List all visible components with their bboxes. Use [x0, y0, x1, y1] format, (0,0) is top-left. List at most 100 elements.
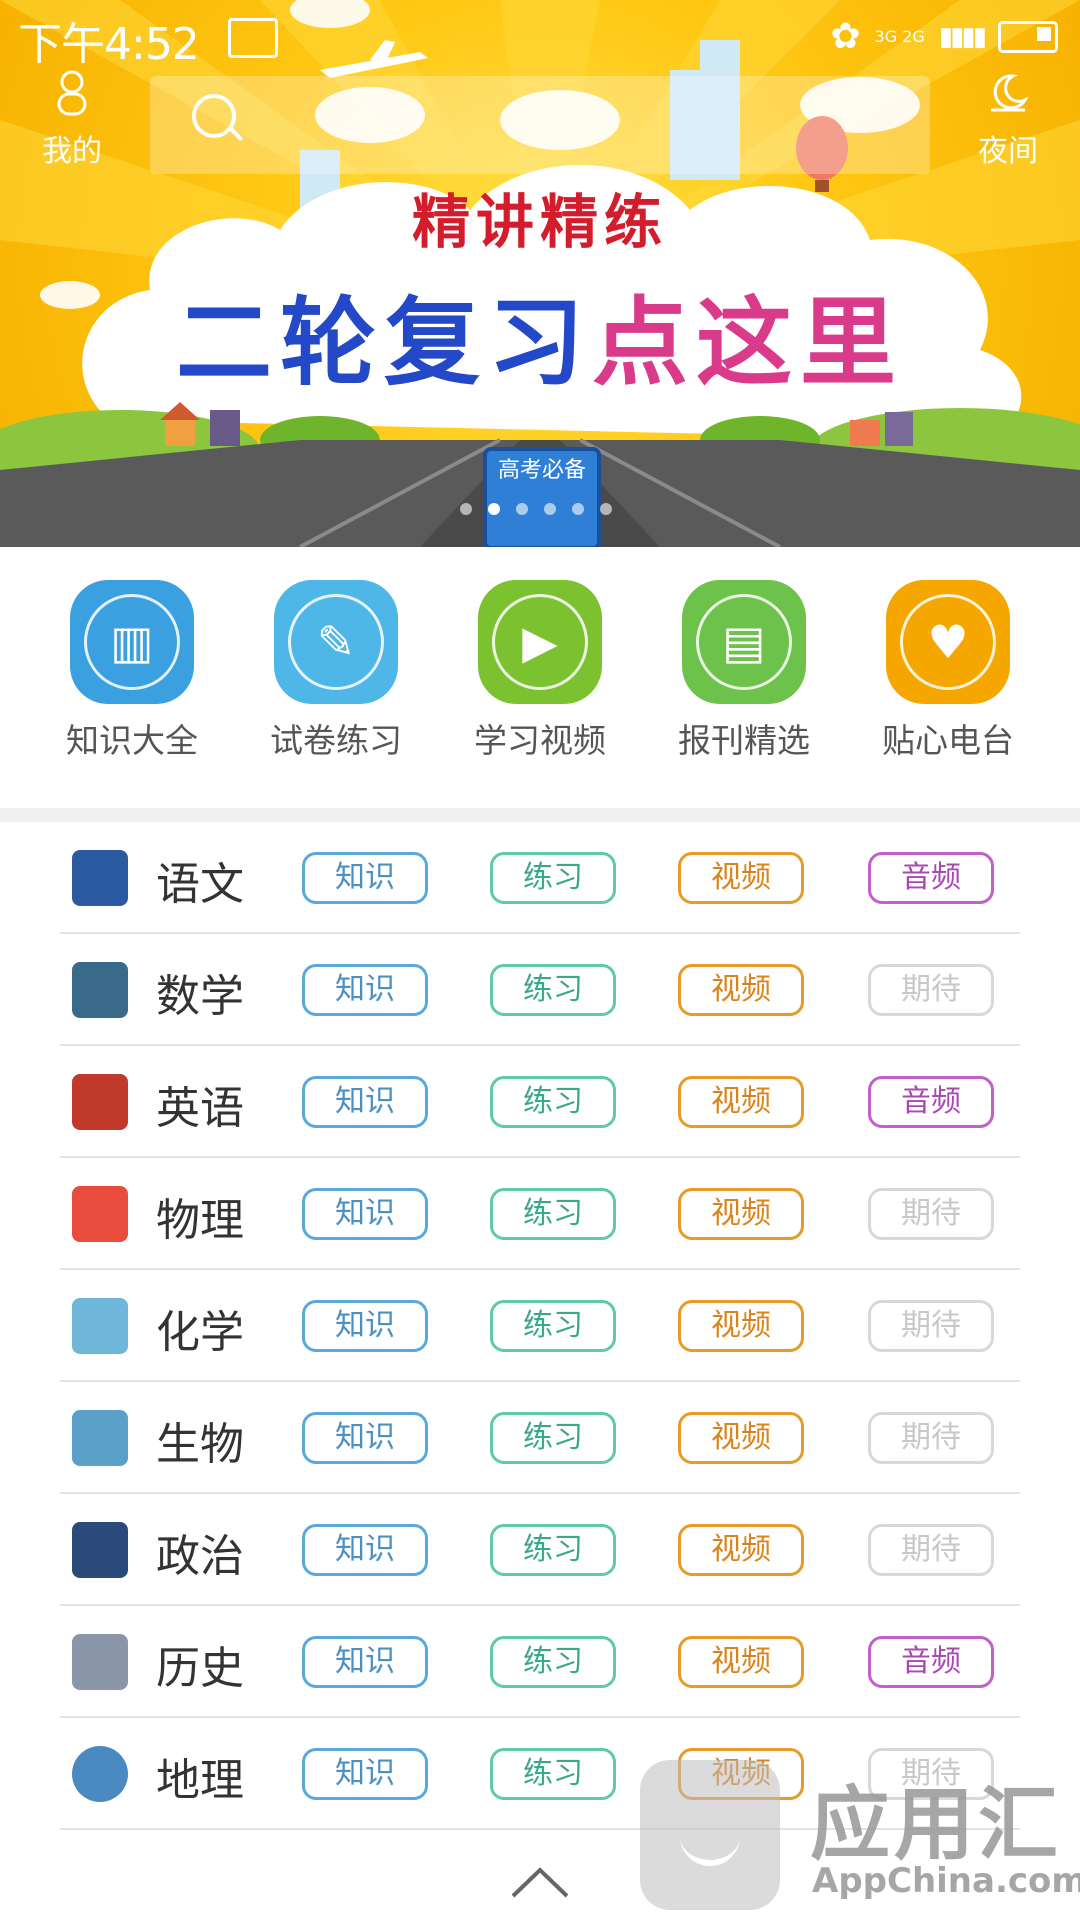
- night-mode-button[interactable]: 夜间: [958, 70, 1058, 170]
- signal-bars-icon: ▮▮▮▮: [938, 21, 987, 52]
- knowledge-button[interactable]: 知识: [302, 1636, 428, 1688]
- scroll-up-icon[interactable]: [505, 1862, 575, 1902]
- subject-list: 语文 知识 练习 视频 音频 数学 知识 练习 视频 期待 英语 知识 练习 视…: [60, 822, 1020, 1830]
- subject-name: 语文: [156, 859, 244, 910]
- search-icon: [192, 94, 236, 138]
- newspaper-icon: ▤: [682, 580, 806, 704]
- knowledge-button[interactable]: 知识: [302, 1748, 428, 1800]
- banner-title-part-1: 二轮复习: [176, 287, 592, 399]
- practice-button[interactable]: 练习: [490, 1636, 616, 1688]
- subject-name: 地理: [156, 1755, 244, 1806]
- banner-subtitle: 精讲精练: [411, 188, 668, 256]
- profile-button[interactable]: 我的: [22, 70, 122, 170]
- knowledge-button[interactable]: 知识: [302, 1412, 428, 1464]
- banner-title: 二轮复习点这里: [0, 265, 1080, 404]
- practice-button[interactable]: 练习: [490, 1524, 616, 1576]
- notebook-icon: [72, 850, 128, 906]
- subject-row-history: 历史 知识 练习 视频 音频: [60, 1606, 1020, 1718]
- coming-soon-badge: 期待: [868, 1524, 994, 1576]
- subject-row-chinese: 语文 知识 练习 视频 音频: [60, 822, 1020, 934]
- video-button[interactable]: 视频: [678, 964, 804, 1016]
- category-label: 知识大全: [66, 721, 198, 760]
- subject-row-biology: 生物 知识 练习 视频 期待: [60, 1382, 1020, 1494]
- category-videos[interactable]: ▶ 学习视频: [438, 580, 642, 780]
- subject-name: 政治: [156, 1531, 244, 1582]
- knowledge-button[interactable]: 知识: [302, 1524, 428, 1576]
- category-label: 报刊精选: [678, 721, 810, 760]
- status-indicators: ✿ 3G 2G ▮▮▮▮: [830, 16, 1058, 57]
- book-text: 高考必备: [497, 458, 586, 483]
- subject-row-math: 数学 知识 练习 视频 期待: [60, 934, 1020, 1046]
- video-button[interactable]: 视频: [678, 1524, 804, 1576]
- knowledge-button[interactable]: 知识: [302, 852, 428, 904]
- practice-button[interactable]: 练习: [490, 1412, 616, 1464]
- practice-button[interactable]: 练习: [490, 852, 616, 904]
- subject-name: 历史: [156, 1643, 244, 1694]
- audio-button[interactable]: 音频: [868, 852, 994, 904]
- category-grid: ▥ 知识大全 ✎ 试卷练习 ▶ 学习视频 ▤ 报刊精选 ♥ 贴心电台: [0, 580, 1080, 780]
- leaf-icon: [72, 1410, 128, 1466]
- practice-button[interactable]: 练习: [490, 1748, 616, 1800]
- profile-label: 我的: [42, 134, 102, 169]
- carousel-dot-active: [488, 503, 500, 515]
- section-divider: [0, 808, 1080, 822]
- apple-books-icon: [72, 1186, 128, 1242]
- subject-row-chemistry: 化学 知识 练习 视频 期待: [60, 1270, 1020, 1382]
- subject-name: 英语: [156, 1083, 244, 1134]
- practice-button[interactable]: 练习: [490, 964, 616, 1016]
- subject-name: 生物: [156, 1419, 244, 1470]
- category-newspapers[interactable]: ▤ 报刊精选: [642, 580, 846, 780]
- image-notification-icon: [228, 18, 278, 58]
- coming-soon-badge: 期待: [868, 1188, 994, 1240]
- chess-king-icon: [72, 1522, 128, 1578]
- exam-book-illustration: 高考必备: [483, 447, 601, 547]
- carousel-dot: [544, 503, 556, 515]
- appchina-watermark: 应用汇 AppChina.com: [640, 1745, 1080, 1920]
- knowledge-button[interactable]: 知识: [302, 964, 428, 1016]
- watermark-logo-icon: [640, 1760, 780, 1910]
- knowledge-button[interactable]: 知识: [302, 1188, 428, 1240]
- pencil-icon: ✎: [274, 580, 398, 704]
- watermark-subtitle: AppChina.com: [812, 1861, 1080, 1901]
- video-button[interactable]: 视频: [678, 1412, 804, 1464]
- audio-button[interactable]: 音频: [868, 1636, 994, 1688]
- category-label: 贴心电台: [882, 721, 1014, 760]
- audio-button[interactable]: 音频: [868, 1076, 994, 1128]
- status-bar: 下午4:52 ✿ 3G 2G ▮▮▮▮: [0, 0, 1080, 70]
- category-radio[interactable]: ♥ 贴心电台: [846, 580, 1050, 780]
- globe-icon: [72, 1746, 128, 1802]
- tv-icon: ▶: [478, 580, 602, 704]
- video-button[interactable]: 视频: [678, 1636, 804, 1688]
- video-button[interactable]: 视频: [678, 1300, 804, 1352]
- video-button[interactable]: 视频: [678, 1188, 804, 1240]
- user-icon: [22, 70, 122, 126]
- subject-row-english: 英语 知识 练习 视频 音频: [60, 1046, 1020, 1158]
- search-bar[interactable]: [150, 76, 930, 174]
- video-button[interactable]: 视频: [678, 1076, 804, 1128]
- coming-soon-badge: 期待: [868, 964, 994, 1016]
- category-knowledge[interactable]: ▥ 知识大全: [30, 580, 234, 780]
- practice-button[interactable]: 练习: [490, 1300, 616, 1352]
- night-mode-label: 夜间: [978, 134, 1038, 169]
- practice-button[interactable]: 练习: [490, 1188, 616, 1240]
- knowledge-button[interactable]: 知识: [302, 1076, 428, 1128]
- knowledge-button[interactable]: 知识: [302, 1300, 428, 1352]
- video-button[interactable]: 视频: [678, 852, 804, 904]
- subject-name: 数学: [156, 971, 244, 1022]
- carousel-dot: [516, 503, 528, 515]
- owl-icon: [72, 1074, 128, 1130]
- category-label: 试卷练习: [270, 721, 402, 760]
- subject-name: 物理: [156, 1195, 244, 1246]
- category-papers[interactable]: ✎ 试卷练习: [234, 580, 438, 780]
- banner-title-part-2: 点这里: [592, 287, 904, 399]
- carousel-dot: [572, 503, 584, 515]
- radio-icon: ♥: [886, 580, 1010, 704]
- carousel-dot: [460, 503, 472, 515]
- coming-soon-badge: 期待: [868, 1412, 994, 1464]
- practice-button[interactable]: 练习: [490, 1076, 616, 1128]
- subject-row-physics: 物理 知识 练习 视频 期待: [60, 1158, 1020, 1270]
- subject-name: 化学: [156, 1307, 244, 1358]
- books-icon: ▥: [70, 580, 194, 704]
- signal-icon: 3G 2G: [874, 27, 925, 46]
- coming-soon-badge: 期待: [868, 1300, 994, 1352]
